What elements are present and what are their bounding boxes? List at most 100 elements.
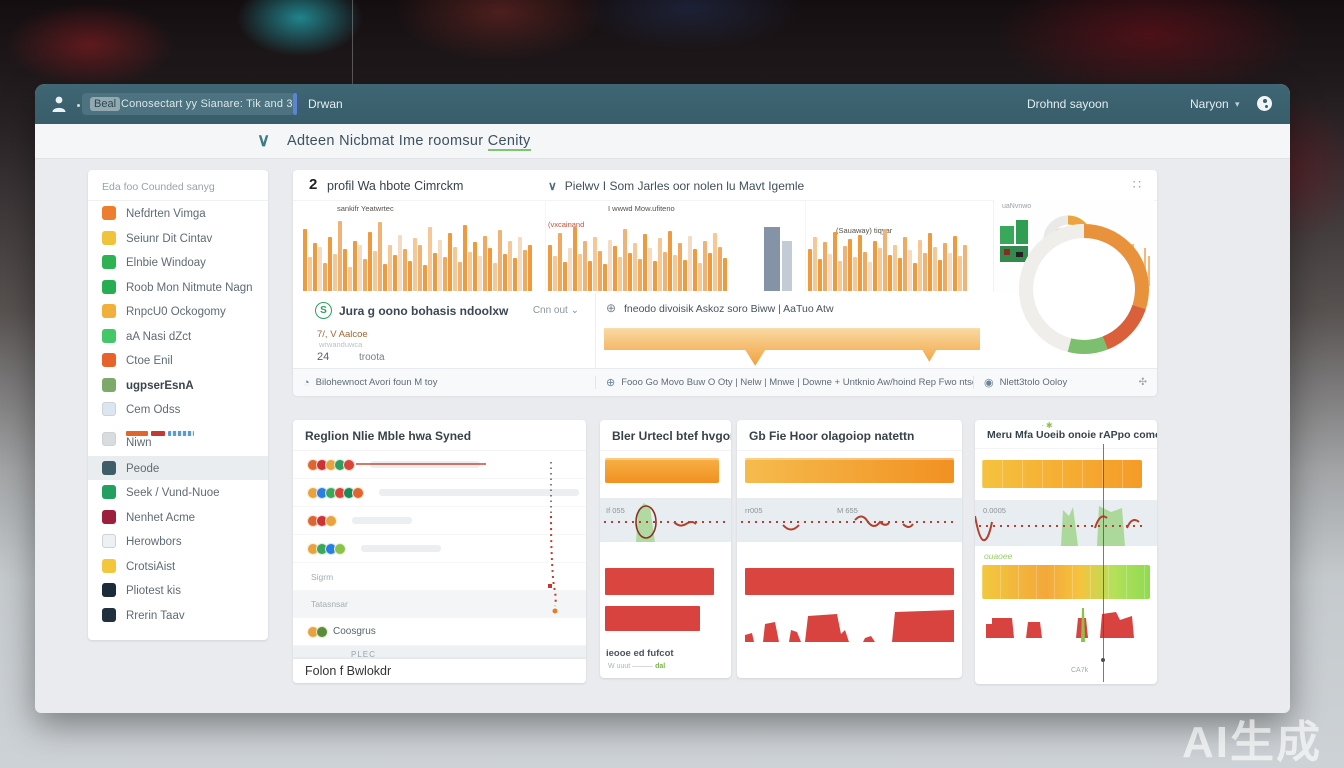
- header-divider: [293, 93, 297, 115]
- legend-item[interactable]: Nenhet Acme: [88, 505, 268, 530]
- legend-label: aA Nasi dZct: [126, 331, 191, 343]
- red-mountain-chart: [745, 602, 954, 642]
- histogram-group-3: (Sauaway) tiqyar: [805, 200, 986, 292]
- legend-item[interactable]: Ctoe Enil: [88, 348, 268, 373]
- legend-item[interactable]: Seiunr Dit Cintav: [88, 226, 268, 251]
- legend-label: Cem Odss: [126, 404, 180, 416]
- legend-item[interactable]: RnpcU0 Ockogomy: [88, 299, 268, 324]
- footer-end-icon: ✣: [1139, 377, 1147, 388]
- red-bar-group: [605, 568, 714, 631]
- legend-label: Roob Mon Nitmute Nagn: [126, 282, 253, 294]
- stat-dropdown[interactable]: Cnn out ⌄: [533, 305, 579, 316]
- footer-link-1[interactable]: ◔ Bilohewnoct Avori foun M toy: [293, 377, 595, 389]
- row-icons: [307, 487, 361, 499]
- list-item[interactable]: Coosgrus: [293, 618, 586, 646]
- app-window: Beal Conosectart yy Sianare: Tik and 3 D…: [35, 84, 1290, 713]
- vertical-sparkline: [540, 460, 562, 620]
- legend-swatch: [102, 329, 116, 343]
- orange-band-chart: [604, 320, 982, 366]
- nav-item-right1[interactable]: Drohnd sayoon: [1027, 97, 1108, 111]
- user-icon[interactable]: [51, 95, 71, 113]
- cursor-label: CA7k: [1071, 667, 1088, 674]
- legend-item[interactable]: aA Nasi dZct: [88, 324, 268, 349]
- panel-title: Gb Fie Hoor olagoiop natettn: [737, 420, 962, 451]
- overview-header: 2 profil Wa hbote Cimrckm ∨Pielwv I Som …: [293, 170, 1157, 201]
- page-title: Adteen Nicbmat Ime roomsur Cenity: [287, 133, 531, 149]
- legend-item[interactable]: Peode: [88, 456, 268, 481]
- section-footer-title[interactable]: Folon f Bwlokdr: [293, 657, 586, 683]
- panel-title: Meru Mfa Uoeib onoie rAPpo comot: [975, 420, 1157, 449]
- sidebar-legend: Eda foo Counded sanyg Nefdrten Vimga Sei…: [88, 170, 268, 640]
- legend-item[interactable]: Pliotest kis: [88, 578, 268, 603]
- legend-item[interactable]: Nefdrten Vimga: [88, 201, 268, 226]
- legend-swatch: [102, 583, 116, 597]
- legend-swatch: [102, 559, 116, 573]
- panel-title: profil Wa hbote Cimrckm: [327, 179, 463, 193]
- clock-icon: ◔: [303, 377, 310, 389]
- faded-text-bar: [361, 545, 441, 552]
- panel-footnote-legend: W uuut ——— dal: [608, 663, 665, 670]
- row-label: Coosgrus: [333, 626, 376, 637]
- legend-item[interactable]: CrotsiAist: [88, 554, 268, 579]
- footer-link-3[interactable]: ◉ Nlett3tolo Ooloy ✣: [973, 376, 1157, 389]
- panel-footnote: ieooe ed fufcot: [606, 648, 674, 659]
- band-label: M 655: [837, 506, 858, 515]
- bar-series: [303, 211, 532, 291]
- legend-item[interactable]: ugpserEsnA: [88, 373, 268, 398]
- stat-value: 24: [317, 351, 329, 363]
- nav-item-right2[interactable]: Naryon: [1190, 97, 1229, 111]
- legend-item[interactable]: Niwn: [88, 422, 268, 456]
- legend-item[interactable]: Herowbors: [88, 529, 268, 554]
- search-text: Conosectart yy Sianare: Tik and 3: [121, 98, 293, 110]
- legend-label: Nefdrten Vimga: [126, 208, 206, 220]
- legend-item[interactable]: Roob Mon Nitmute Nagn: [88, 275, 268, 300]
- donut-chart: [1009, 214, 1159, 364]
- header-dot: [77, 104, 80, 107]
- globe-icon: ⊕: [606, 376, 615, 389]
- footer-link-2[interactable]: ⊕ Fooo Go Movo Buw O Oty | Nelw | Mnwe |…: [595, 376, 973, 389]
- stat-title: Jura g oono bohasis ndoolxw: [339, 304, 508, 318]
- legend-label: Pliotest kis: [126, 585, 181, 597]
- legend-item[interactable]: Rrerin Taav: [88, 603, 268, 628]
- legend-swatch: [102, 485, 116, 499]
- stat-line: 7/, V Aalcoe: [317, 329, 368, 340]
- filter-dropdown[interactable]: ∨Pielwv I Som Jarles oor nolen lu Mavt I…: [548, 179, 804, 193]
- nav-item-drwan[interactable]: Drwan: [308, 97, 343, 111]
- count-badge: 2: [309, 176, 317, 193]
- legend-swatch: [102, 402, 116, 416]
- panel-menu-icon[interactable]: ∷: [1133, 177, 1141, 193]
- legend-item[interactable]: Cem Odss: [88, 397, 268, 422]
- panel-title: Reglion Nlie Mble hwa Syned: [293, 420, 586, 451]
- legend-label: CrotsiAist: [126, 561, 175, 573]
- slate-bar: [782, 241, 792, 291]
- crosshair-line: [1103, 444, 1104, 682]
- bar-series: [548, 211, 727, 291]
- search-input[interactable]: Beal Conosectart yy Sianare: Tik and 3: [82, 93, 294, 115]
- metric-panel-2: Bler Urtecl btef hvgore If 055 ieooe ed …: [600, 420, 731, 678]
- legend-swatch: [102, 206, 116, 220]
- legend-label: Nenhet Acme: [126, 512, 195, 524]
- bar-series: [808, 211, 967, 291]
- chevron-down-icon[interactable]: ∨: [257, 130, 270, 151]
- panel-footer: ◔ Bilohewnoct Avori foun M toy ⊕ Fooo Go…: [293, 368, 1157, 396]
- gradient-bar-bottom: [982, 565, 1150, 599]
- avatar[interactable]: [1257, 96, 1272, 111]
- chevron-down-icon: ▾: [1235, 99, 1240, 110]
- target-icon: ◉: [984, 376, 994, 389]
- legend-swatch: [102, 461, 116, 475]
- faded-text-bar: [352, 517, 412, 524]
- legend-label: Seek / Vund-Nuoe: [126, 487, 220, 499]
- legend-item[interactable]: Elnbie Windoay: [88, 250, 268, 275]
- orange-bar: [605, 458, 719, 483]
- trend-band: 0.0005: [975, 500, 1157, 546]
- faded-text-bar: [370, 461, 480, 468]
- stat-card-right: ⊕ fneodo divoisik Askoz soro Biww | AaTu…: [595, 293, 986, 368]
- watermark: AI生成: [1182, 706, 1322, 768]
- legend-item[interactable]: Seek / Vund-Nuoe: [88, 480, 268, 505]
- legend-label: RnpcU0 Ockogomy: [126, 306, 226, 318]
- stat-line: wrwanduwca: [319, 340, 362, 349]
- legend-list: Nefdrten Vimga Seiunr Dit Cintav Elnbie …: [88, 201, 268, 627]
- legend-swatch: [102, 255, 116, 269]
- legend-label: Rrerin Taav: [126, 610, 185, 622]
- status-badge: S: [315, 302, 332, 319]
